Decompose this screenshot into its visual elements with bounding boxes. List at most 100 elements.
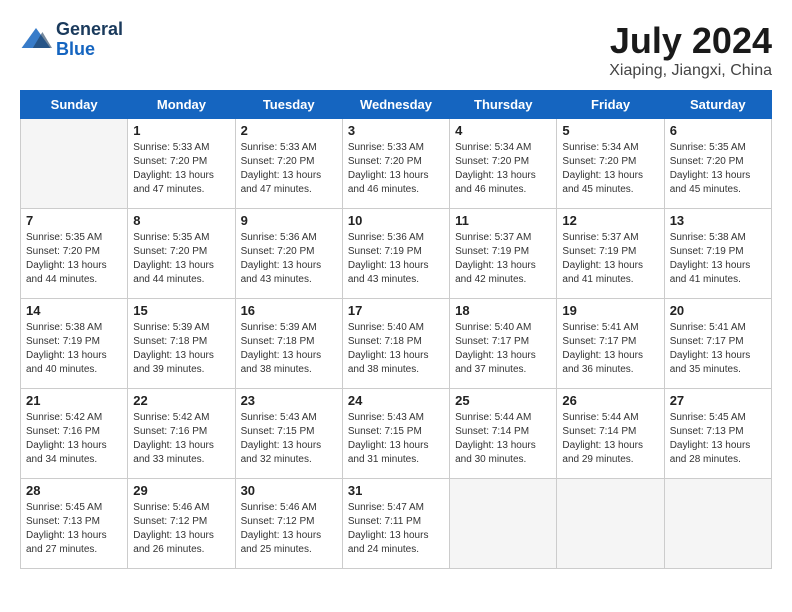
calendar-cell: 31 Sunrise: 5:47 AM Sunset: 7:11 PM Dayli… bbox=[342, 479, 449, 569]
day-number: 14 bbox=[26, 303, 122, 318]
day-info: Sunrise: 5:45 AM Sunset: 7:13 PM Dayligh… bbox=[26, 501, 122, 557]
calendar-cell: 11Sunrise: 5:37 AM Sunset: 7:19 PM Dayli… bbox=[450, 209, 557, 299]
day-number: 2 bbox=[241, 123, 337, 138]
day-info: Sunrise: 5:41 AM Sunset: 7:17 PM Dayligh… bbox=[670, 321, 766, 377]
day-info: Sunrise: 5:34 AM Sunset: 7:20 PM Dayligh… bbox=[455, 141, 551, 197]
weekday-header-wednesday: Wednesday bbox=[342, 91, 449, 119]
day-number: 3 bbox=[348, 123, 444, 138]
calendar-cell: 13 Sunrise: 5:38 AM Sunset: 7:19 PM Dayli… bbox=[664, 209, 771, 299]
calendar-cell: 21 Sunrise: 5:42 AM Sunset: 7:16 PM Dayli… bbox=[21, 389, 128, 479]
calendar-cell: 3 Sunrise: 5:33 AM Sunset: 7:20 PM Daylig… bbox=[342, 119, 449, 209]
week-row-1: 1 Sunrise: 5:33 AM Sunset: 7:20 PM Daylig… bbox=[21, 119, 772, 209]
day-info: Sunrise: 5:37 AM Sunset: 7:19 PM Dayligh… bbox=[455, 231, 551, 287]
day-info: Sunrise: 5:39 AM Sunset: 7:18 PM Dayligh… bbox=[241, 321, 337, 377]
day-info: Sunrise: 5:42 AM Sunset: 7:16 PM Dayligh… bbox=[133, 411, 229, 467]
day-number: 9 bbox=[241, 213, 337, 228]
day-number: 16 bbox=[241, 303, 337, 318]
calendar-cell: 28 Sunrise: 5:45 AM Sunset: 7:13 PM Dayli… bbox=[21, 479, 128, 569]
calendar-cell: 9Sunrise: 5:36 AM Sunset: 7:20 PM Daylig… bbox=[235, 209, 342, 299]
calendar-cell: 23 Sunrise: 5:43 AM Sunset: 7:15 PM Dayli… bbox=[235, 389, 342, 479]
day-info: Sunrise: 5:37 AM Sunset: 7:19 PM Dayligh… bbox=[562, 231, 658, 287]
day-number: 7 bbox=[26, 213, 122, 228]
calendar-cell: 25 Sunrise: 5:44 AM Sunset: 7:14 PM Dayli… bbox=[450, 389, 557, 479]
calendar-cell bbox=[450, 479, 557, 569]
calendar-cell: 14 Sunrise: 5:38 AM Sunset: 7:19 PM Dayli… bbox=[21, 299, 128, 389]
week-row-2: 7 Sunrise: 5:35 AM Sunset: 7:20 PM Daylig… bbox=[21, 209, 772, 299]
day-number: 21 bbox=[26, 393, 122, 408]
day-info: Sunrise: 5:33 AM Sunset: 7:20 PM Dayligh… bbox=[241, 141, 337, 197]
day-info: Sunrise: 5:35 AM Sunset: 7:20 PM Dayligh… bbox=[670, 141, 766, 197]
day-number: 13 bbox=[670, 213, 766, 228]
title-block: July 2024 Xiaping, Jiangxi, China bbox=[609, 20, 772, 80]
week-row-3: 14 Sunrise: 5:38 AM Sunset: 7:19 PM Dayli… bbox=[21, 299, 772, 389]
day-number: 27 bbox=[670, 393, 766, 408]
weekday-header-friday: Friday bbox=[557, 91, 664, 119]
location: Xiaping, Jiangxi, China bbox=[609, 62, 772, 80]
calendar-cell: 2 Sunrise: 5:33 AM Sunset: 7:20 PM Daylig… bbox=[235, 119, 342, 209]
day-info: Sunrise: 5:33 AM Sunset: 7:20 PM Dayligh… bbox=[348, 141, 444, 197]
calendar-cell: 16 Sunrise: 5:39 AM Sunset: 7:18 PM Dayli… bbox=[235, 299, 342, 389]
day-info: Sunrise: 5:43 AM Sunset: 7:15 PM Dayligh… bbox=[241, 411, 337, 467]
calendar-cell: 1 Sunrise: 5:33 AM Sunset: 7:20 PM Daylig… bbox=[128, 119, 235, 209]
calendar-cell: 19 Sunrise: 5:41 AM Sunset: 7:17 PM Dayli… bbox=[557, 299, 664, 389]
calendar-body: 1 Sunrise: 5:33 AM Sunset: 7:20 PM Daylig… bbox=[21, 119, 772, 569]
day-info: Sunrise: 5:35 AM Sunset: 7:20 PM Dayligh… bbox=[26, 231, 122, 287]
day-number: 20 bbox=[670, 303, 766, 318]
day-number: 15 bbox=[133, 303, 229, 318]
calendar-cell: 5 Sunrise: 5:34 AM Sunset: 7:20 PM Daylig… bbox=[557, 119, 664, 209]
day-number: 23 bbox=[241, 393, 337, 408]
day-info: Sunrise: 5:36 AM Sunset: 7:19 PM Dayligh… bbox=[348, 231, 444, 287]
day-number: 8 bbox=[133, 213, 229, 228]
day-number: 10 bbox=[348, 213, 444, 228]
day-number: 28 bbox=[26, 483, 122, 498]
weekday-header-thursday: Thursday bbox=[450, 91, 557, 119]
logo-text: General Blue bbox=[56, 20, 123, 60]
month-year: July 2024 bbox=[609, 20, 772, 62]
calendar-cell: 15 Sunrise: 5:39 AM Sunset: 7:18 PM Dayli… bbox=[128, 299, 235, 389]
day-number: 29 bbox=[133, 483, 229, 498]
logo-line1: General bbox=[56, 20, 123, 40]
logo-icon bbox=[20, 24, 52, 56]
calendar-cell: 8Sunrise: 5:35 AM Sunset: 7:20 PM Daylig… bbox=[128, 209, 235, 299]
logo-line2: Blue bbox=[56, 40, 123, 60]
calendar-cell bbox=[557, 479, 664, 569]
week-row-5: 28 Sunrise: 5:45 AM Sunset: 7:13 PM Dayli… bbox=[21, 479, 772, 569]
weekday-header-row: SundayMondayTuesdayWednesdayThursdayFrid… bbox=[21, 91, 772, 119]
calendar-cell: 24Sunrise: 5:43 AM Sunset: 7:15 PM Dayli… bbox=[342, 389, 449, 479]
calendar-cell: 18Sunrise: 5:40 AM Sunset: 7:17 PM Dayli… bbox=[450, 299, 557, 389]
day-info: Sunrise: 5:34 AM Sunset: 7:20 PM Dayligh… bbox=[562, 141, 658, 197]
day-number: 17 bbox=[348, 303, 444, 318]
day-number: 19 bbox=[562, 303, 658, 318]
day-number: 1 bbox=[133, 123, 229, 138]
day-number: 12 bbox=[562, 213, 658, 228]
calendar-cell bbox=[21, 119, 128, 209]
calendar-cell: 17 Sunrise: 5:40 AM Sunset: 7:18 PM Dayli… bbox=[342, 299, 449, 389]
day-number: 26 bbox=[562, 393, 658, 408]
day-info: Sunrise: 5:39 AM Sunset: 7:18 PM Dayligh… bbox=[133, 321, 229, 377]
page-header: General Blue July 2024 Xiaping, Jiangxi,… bbox=[20, 20, 772, 80]
day-number: 25 bbox=[455, 393, 551, 408]
day-info: Sunrise: 5:41 AM Sunset: 7:17 PM Dayligh… bbox=[562, 321, 658, 377]
calendar-cell: 22Sunrise: 5:42 AM Sunset: 7:16 PM Dayli… bbox=[128, 389, 235, 479]
weekday-header-tuesday: Tuesday bbox=[235, 91, 342, 119]
calendar-cell: 27Sunrise: 5:45 AM Sunset: 7:13 PM Dayli… bbox=[664, 389, 771, 479]
day-number: 18 bbox=[455, 303, 551, 318]
day-info: Sunrise: 5:40 AM Sunset: 7:18 PM Dayligh… bbox=[348, 321, 444, 377]
calendar-cell: 26 Sunrise: 5:44 AM Sunset: 7:14 PM Dayli… bbox=[557, 389, 664, 479]
day-info: Sunrise: 5:38 AM Sunset: 7:19 PM Dayligh… bbox=[670, 231, 766, 287]
day-info: Sunrise: 5:44 AM Sunset: 7:14 PM Dayligh… bbox=[562, 411, 658, 467]
calendar-table: SundayMondayTuesdayWednesdayThursdayFrid… bbox=[20, 90, 772, 569]
calendar-cell: 12 Sunrise: 5:37 AM Sunset: 7:19 PM Dayli… bbox=[557, 209, 664, 299]
weekday-header-monday: Monday bbox=[128, 91, 235, 119]
day-info: Sunrise: 5:42 AM Sunset: 7:16 PM Dayligh… bbox=[26, 411, 122, 467]
day-info: Sunrise: 5:38 AM Sunset: 7:19 PM Dayligh… bbox=[26, 321, 122, 377]
day-info: Sunrise: 5:44 AM Sunset: 7:14 PM Dayligh… bbox=[455, 411, 551, 467]
day-number: 31 bbox=[348, 483, 444, 498]
day-number: 4 bbox=[455, 123, 551, 138]
day-number: 5 bbox=[562, 123, 658, 138]
day-info: Sunrise: 5:47 AM Sunset: 7:11 PM Dayligh… bbox=[348, 501, 444, 557]
day-number: 24 bbox=[348, 393, 444, 408]
day-info: Sunrise: 5:33 AM Sunset: 7:20 PM Dayligh… bbox=[133, 141, 229, 197]
logo: General Blue bbox=[20, 20, 123, 60]
calendar-cell: 10 Sunrise: 5:36 AM Sunset: 7:19 PM Dayli… bbox=[342, 209, 449, 299]
